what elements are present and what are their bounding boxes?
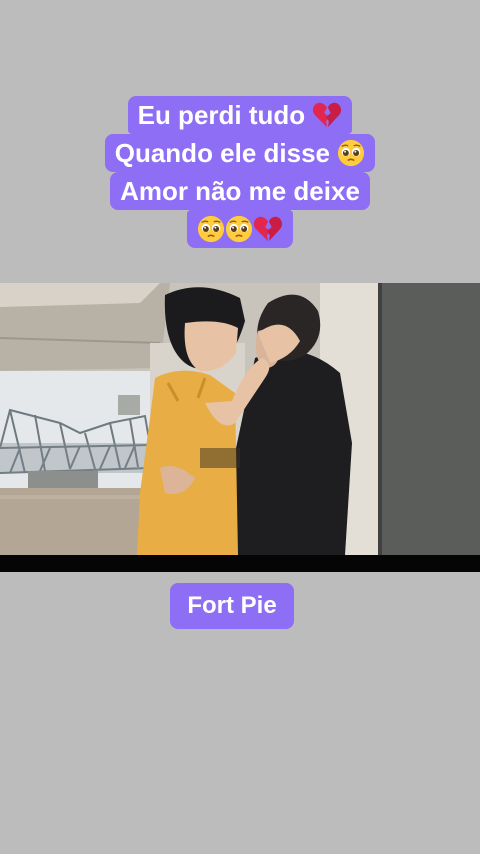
caption-line-1: Eu perdi tudo	[127, 96, 353, 134]
caption-text-3: Amor não me deixe	[120, 176, 360, 206]
video-scene	[0, 283, 480, 555]
caption-line-4	[187, 210, 293, 248]
broken-heart-icon	[253, 216, 283, 242]
caption-line-3: Amor não me deixe	[110, 172, 370, 210]
pleading-face-icon	[197, 215, 225, 243]
caption-overlay: Eu perdi tudo Quando ele disse Amor não …	[0, 96, 480, 248]
pleading-face-icon	[225, 215, 253, 243]
name-tag: Fort Pie	[170, 583, 294, 629]
caption-text-1: Eu perdi tudo	[137, 100, 313, 130]
video-letterbox	[0, 555, 480, 572]
video-frame[interactable]	[0, 283, 480, 572]
caption-line-2: Quando ele disse	[104, 134, 376, 172]
caption-text-2: Quando ele disse	[114, 138, 338, 168]
pleading-face-icon	[338, 139, 365, 167]
broken-heart-icon	[313, 102, 342, 128]
name-tag-label: Fort Pie	[187, 592, 277, 619]
